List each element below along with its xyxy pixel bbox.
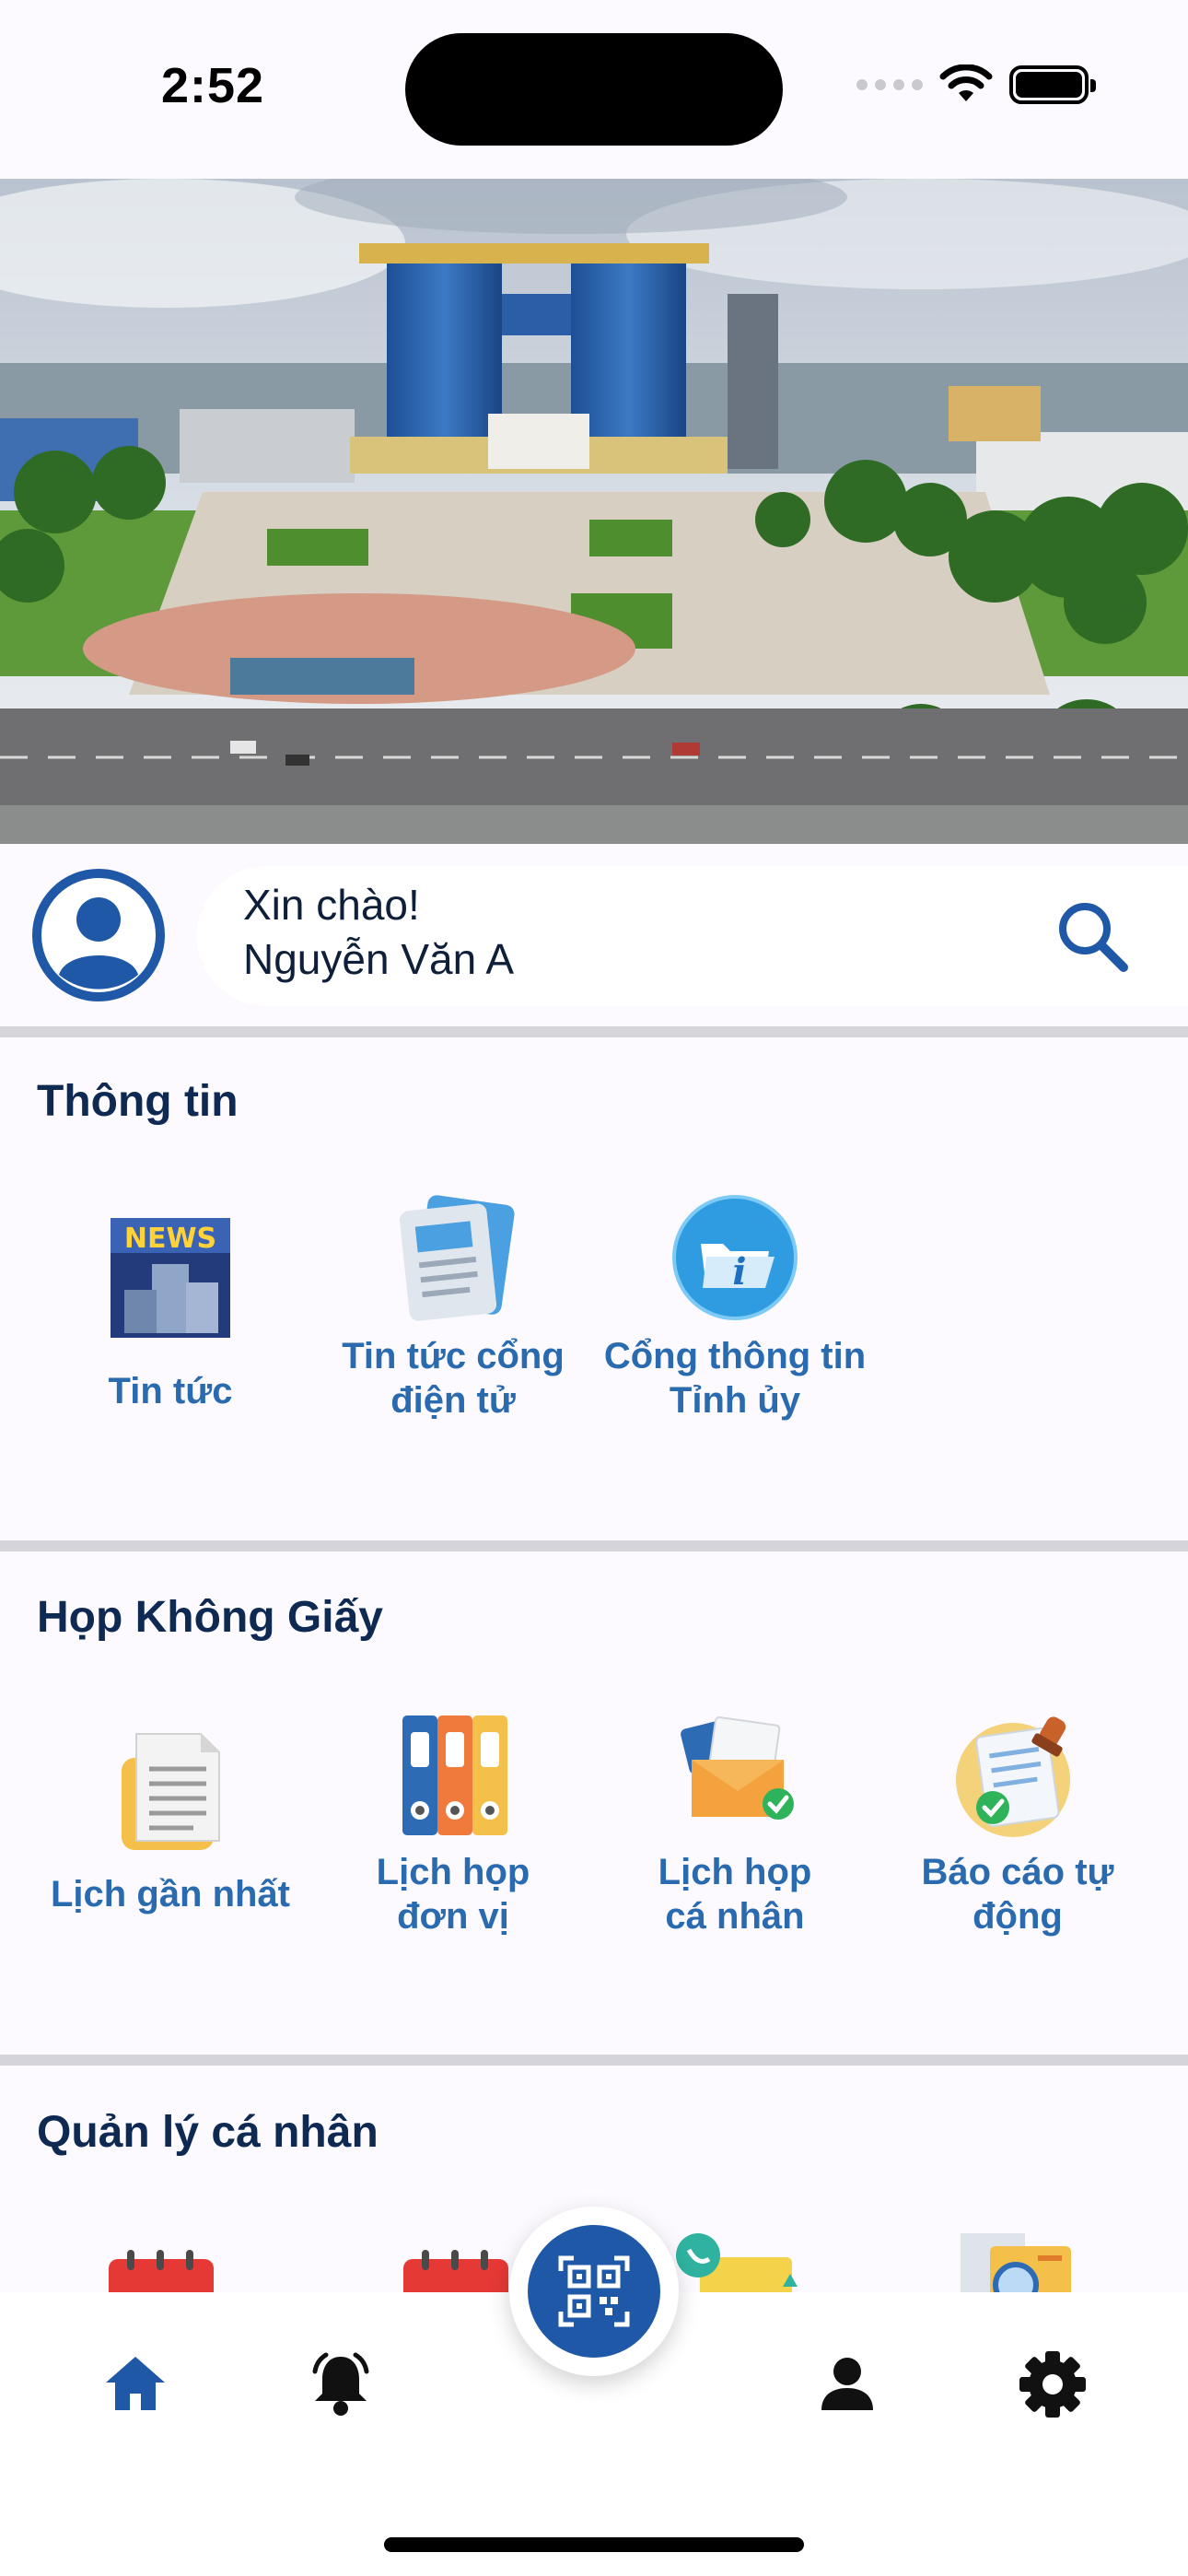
report-stamp-icon <box>956 1716 1070 1837</box>
tile-label-2: điện tử <box>390 1380 516 1421</box>
search-icon[interactable] <box>1050 894 1133 977</box>
user-icon[interactable] <box>810 2348 884 2421</box>
banner-image <box>0 179 1188 844</box>
news-icon: NEWS <box>111 1218 230 1338</box>
section-title-info: Thông tin <box>37 1077 239 1126</box>
tile-label: Lịch họp <box>376 1852 530 1892</box>
section-title-personal: Quản lý cá nhân <box>37 2108 379 2157</box>
tile-label-2: đơn vị <box>397 1896 509 1937</box>
status-time: 2:52 <box>161 58 265 113</box>
tile-label: Báo cáo tự <box>921 1852 1114 1892</box>
home-indicator <box>384 2537 804 2552</box>
tile-lich-hop-ca-nhan[interactable]: Lịch họp cá nhân <box>597 1704 873 1938</box>
tile-label: Cổng thông tin <box>603 1336 867 1376</box>
svg-text:NEWS: NEWS <box>124 1223 216 1255</box>
tile-bao-cao-tu-dong[interactable]: Báo cáo tự động <box>879 1704 1156 1938</box>
newspaper-icon <box>399 1195 515 1321</box>
tile-lich-hop-don-vi[interactable]: Lịch họp đơn vị <box>315 1704 591 1938</box>
tile-label: Lịch họp <box>658 1852 812 1892</box>
battery-icon <box>1009 65 1096 104</box>
search-document-icon[interactable] <box>953 2228 1082 2301</box>
home-icon[interactable] <box>99 2348 172 2421</box>
tile-lich-gan-nhat[interactable]: Lịch gần nhất <box>32 1723 309 1916</box>
tile-tin-tuc[interactable]: NEWS Tin tức <box>32 1207 309 1413</box>
tile-tin-tuc-cong-dien-tu[interactable]: Tin tức cổng điện tử <box>315 1188 591 1423</box>
bell-icon[interactable] <box>304 2348 378 2421</box>
tile-label-2: Tỉnh ủy <box>669 1380 801 1421</box>
svg-text:i: i <box>732 1250 746 1294</box>
divider <box>0 1540 1188 1551</box>
section-title-meeting: Họp Không Giấy <box>37 1593 383 1642</box>
settings-icon[interactable] <box>1016 2348 1089 2421</box>
tile-label: Tin tức <box>108 1371 233 1411</box>
tile-label: Lịch gần nhất <box>51 1874 290 1914</box>
wifi-icon <box>939 64 993 101</box>
dynamic-island <box>405 33 783 146</box>
tile-label: Tin tức cổng <box>342 1336 565 1376</box>
user-name: Nguyễn Văn A <box>243 935 515 983</box>
qr-code-icon <box>558 2255 630 2327</box>
binders-icon <box>402 1715 507 1835</box>
envelope-check-icon <box>681 1715 794 1820</box>
tile-label-2: động <box>973 1896 1063 1937</box>
document-icon <box>122 1733 220 1850</box>
avatar-icon[interactable] <box>29 866 168 1004</box>
greeting-text: Xin chào! <box>243 881 420 929</box>
divider <box>0 2055 1188 2066</box>
tile-label-2: cá nhân <box>665 1896 805 1937</box>
divider <box>0 1026 1188 1037</box>
info-folder-icon: i <box>672 1195 798 1320</box>
status-icons <box>856 64 1096 105</box>
cellular-signal-icon <box>856 79 923 90</box>
tile-cong-thong-tin-tinh-uy[interactable]: i Cổng thông tin Tỉnh ủy <box>597 1188 873 1423</box>
